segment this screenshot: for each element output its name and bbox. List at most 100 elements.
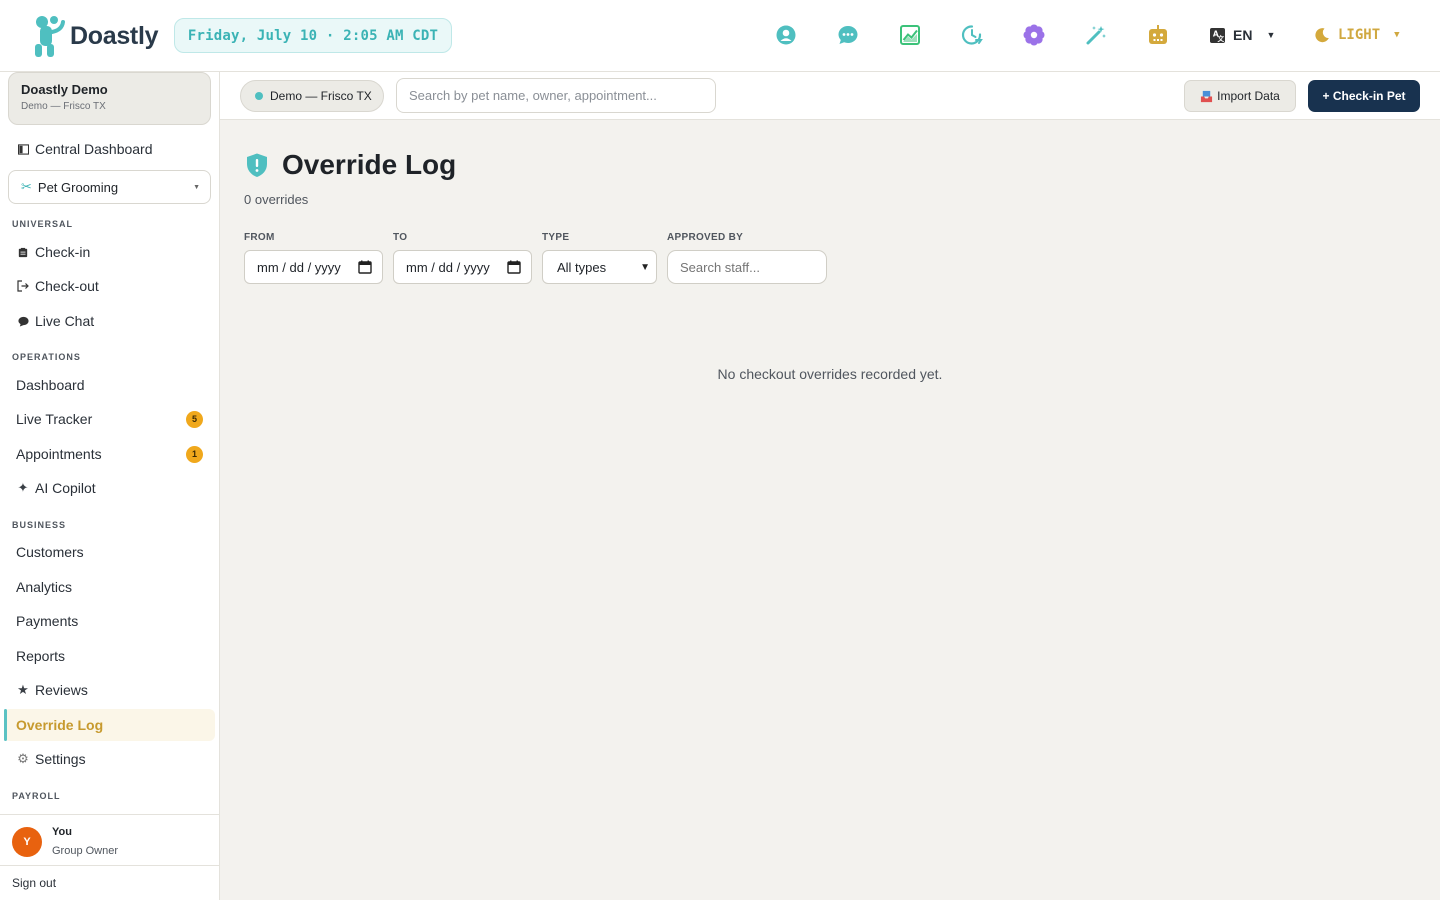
sidebar-item-label: Override Log xyxy=(16,717,104,733)
language-code: EN xyxy=(1233,27,1253,43)
section-operations: OPERATIONS xyxy=(12,352,81,362)
sidebar-item-payments[interactable]: Payments xyxy=(4,605,215,637)
sidebar-item-checkout[interactable]: Check-out xyxy=(4,270,215,302)
sidebar-item-label: Reviews xyxy=(35,682,88,698)
sidebar-item-analytics[interactable]: Analytics xyxy=(4,571,215,603)
flower-icon[interactable] xyxy=(1021,22,1047,48)
calendar-icon xyxy=(507,260,521,274)
avatar: Y xyxy=(12,827,42,857)
chevron-down-icon: ▼ xyxy=(640,262,650,273)
chevron-down-icon: ▼ xyxy=(1266,30,1276,40)
sidebar-item-settings[interactable]: ⚙ Settings xyxy=(4,743,215,775)
exit-icon xyxy=(16,279,30,293)
page-header: Override Log xyxy=(244,146,456,184)
chat-bubble-icon xyxy=(16,314,30,328)
chat-icon[interactable] xyxy=(835,22,861,48)
clock-icon[interactable] xyxy=(959,22,985,48)
sidebar-item-reviews[interactable]: ★ Reviews xyxy=(4,674,215,706)
to-date-input[interactable]: mm / dd / yyyy xyxy=(393,250,532,284)
user-profile[interactable]: Y You Group Owner xyxy=(0,814,219,866)
sidebar-item-label: Analytics xyxy=(16,579,73,595)
sign-out-link[interactable]: Sign out xyxy=(0,865,219,900)
section-universal: UNIVERSAL xyxy=(12,219,74,229)
section-business: BUSINESS xyxy=(12,520,67,530)
to-label: TO xyxy=(393,232,408,243)
from-label: FROM xyxy=(244,232,275,243)
sidebar-item-label: Payments xyxy=(16,613,79,629)
theme-toggle[interactable]: LIGHT ▼ xyxy=(1314,22,1400,48)
active-indicator xyxy=(4,709,7,741)
org-name: Doastly Demo xyxy=(21,82,108,97)
approved-by-label: APPROVED BY xyxy=(667,232,744,243)
moon-icon xyxy=(1315,28,1329,43)
sidebar-item-dashboard[interactable]: Dashboard xyxy=(4,369,215,401)
sidebar-item-label: Customers xyxy=(16,544,84,560)
count-badge: 5 xyxy=(186,410,203,428)
org-location: Demo — Frisco TX xyxy=(21,101,106,112)
page-title: Override Log xyxy=(282,149,457,180)
sidebar-item-live-chat[interactable]: Live Chat xyxy=(4,305,215,337)
sidebar-item-label: Check-in xyxy=(35,244,91,260)
sidebar-item-label: Settings xyxy=(35,751,86,767)
sidebar-item-label: Dashboard xyxy=(16,377,85,393)
service-label: Pet Grooming xyxy=(37,179,119,195)
org-switcher[interactable]: Doastly Demo Demo — Frisco TX xyxy=(8,72,211,125)
from-date-input[interactable]: mm / dd / yyyy xyxy=(244,250,383,284)
scissors-icon: ✂ xyxy=(21,179,32,194)
chevron-down-icon: ▼ xyxy=(193,183,200,191)
import-label: Import Data xyxy=(1217,89,1280,103)
sidebar-item-override-log[interactable]: Override Log xyxy=(4,709,215,741)
sidebar-item-ai-copilot[interactable]: ✦ AI Copilot xyxy=(4,472,215,504)
sidebar-item-live-tracker[interactable]: Live Tracker 5 xyxy=(4,403,215,435)
location-label: Demo — Frisco TX xyxy=(270,89,372,103)
brand[interactable]: Doastly xyxy=(32,14,159,58)
type-select[interactable]: All types ▼ xyxy=(542,250,657,284)
sidebar-item-customers[interactable]: Customers xyxy=(4,536,215,568)
dashboard-icon xyxy=(16,142,30,156)
import-data-button[interactable]: Import Data xyxy=(1184,80,1296,112)
clipboard-icon xyxy=(16,245,30,259)
status-dot xyxy=(255,92,263,100)
type-selected-value: All types xyxy=(557,259,607,275)
magic-wand-icon[interactable] xyxy=(1083,22,1109,48)
chevron-down-icon: ▼ xyxy=(1394,30,1400,40)
sidebar-item-label: AI Copilot xyxy=(35,480,96,496)
user-role: Group Owner xyxy=(52,845,119,857)
user-circle-icon[interactable] xyxy=(773,22,799,48)
svg-text:文: 文 xyxy=(1218,34,1225,43)
sidebar-item-label: Central Dashboard xyxy=(35,141,153,157)
sidebar-item-central-dashboard[interactable]: Central Dashboard xyxy=(4,133,215,165)
user-name: You xyxy=(52,826,72,838)
approved-by-input[interactable] xyxy=(667,250,827,284)
sidebar-item-checkin[interactable]: Check-in xyxy=(4,236,215,268)
sidebar-item-label: Live Chat xyxy=(35,313,95,329)
dog-logo-icon xyxy=(35,16,65,57)
brand-name: Doastly xyxy=(70,21,159,50)
date-placeholder: mm / dd / yyyy xyxy=(257,259,341,275)
datetime-pill: Friday, July 10 · 2:05 AM CDT xyxy=(174,18,452,53)
chart-icon[interactable] xyxy=(897,22,923,48)
section-payroll: PAYROLL xyxy=(12,791,61,801)
sidebar-item-label: Reports xyxy=(16,648,66,664)
sidebar-item-appointments[interactable]: Appointments 1 xyxy=(4,438,215,470)
robot-icon[interactable] xyxy=(1145,22,1171,48)
gear-icon: ⚙ xyxy=(17,751,29,766)
service-selector[interactable]: ✂ Pet Grooming ▼ xyxy=(8,170,211,204)
sidebar-item-label: Live Tracker xyxy=(16,411,93,427)
count-badge: 1 xyxy=(186,445,203,463)
check-in-pet-button[interactable]: + Check-in Pet xyxy=(1308,80,1420,112)
inbox-icon xyxy=(1201,90,1213,102)
sparkle-icon: ✦ xyxy=(17,480,29,495)
date-placeholder: mm / dd / yyyy xyxy=(406,259,490,275)
theme-label: LIGHT xyxy=(1338,27,1381,43)
empty-state-message: No checkout overrides recorded yet. xyxy=(717,366,943,382)
location-pill[interactable]: Demo — Frisco TX xyxy=(240,80,384,112)
language-selector[interactable]: A文 EN ▼ xyxy=(1210,22,1275,48)
search-input[interactable] xyxy=(396,78,716,113)
sub-header: Demo — Frisco TX Import Data + Check-in … xyxy=(220,72,1440,120)
sidebar: Doastly Demo Demo — Frisco TX Central Da… xyxy=(0,72,220,900)
override-count: 0 overrides xyxy=(244,192,309,207)
sidebar-item-reports[interactable]: Reports xyxy=(4,640,215,672)
sidebar-item-label: Appointments xyxy=(16,446,102,462)
type-label: TYPE xyxy=(542,232,570,243)
